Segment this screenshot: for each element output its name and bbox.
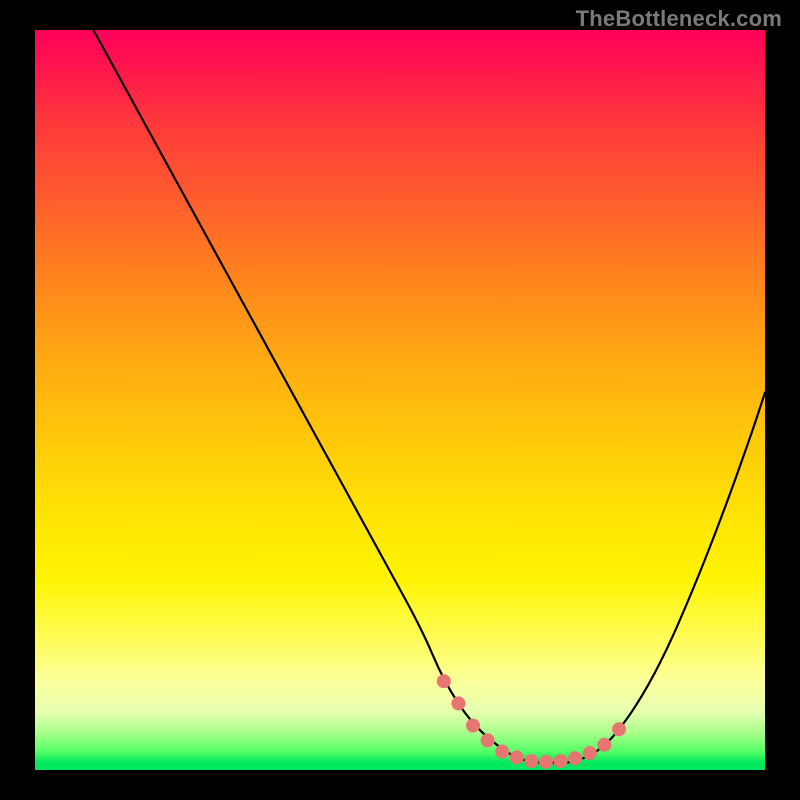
marker-dot <box>597 738 611 752</box>
chart-stage: TheBottleneck.com <box>0 0 800 800</box>
marker-dot <box>481 733 495 747</box>
bottleneck-curve <box>93 30 765 763</box>
watermark-text: TheBottleneck.com <box>576 6 782 32</box>
marker-dot <box>612 722 626 736</box>
marker-dot <box>451 696 465 710</box>
marker-dot <box>583 746 597 760</box>
plot-area <box>35 30 765 770</box>
marker-dot <box>466 719 480 733</box>
marker-dot <box>510 750 524 764</box>
marker-dot <box>568 751 582 765</box>
highlight-markers <box>437 674 626 769</box>
marker-dot <box>539 755 553 769</box>
curve-layer <box>35 30 765 770</box>
marker-dot <box>437 674 451 688</box>
marker-dot <box>554 754 568 768</box>
marker-dot <box>495 745 509 759</box>
marker-dot <box>524 754 538 768</box>
